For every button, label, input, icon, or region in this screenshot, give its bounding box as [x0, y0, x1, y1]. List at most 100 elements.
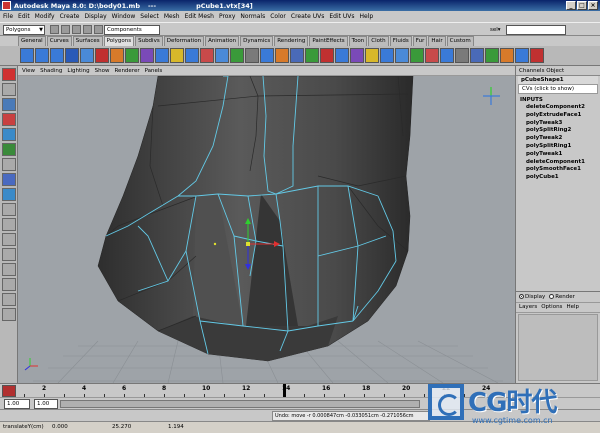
component-mode-icon[interactable] — [94, 25, 103, 34]
panel-menu-show[interactable]: Show — [95, 66, 110, 75]
layer-menu-options[interactable]: Options — [541, 303, 562, 312]
shelf-plane-icon[interactable] — [80, 48, 94, 63]
layout-extra-icon[interactable] — [2, 308, 16, 321]
shape-node-label[interactable]: pCubeShape1 — [518, 76, 598, 84]
layout-hypershade-icon[interactable] — [2, 278, 16, 291]
soft-mod-icon[interactable] — [2, 173, 16, 186]
shelf-tab-cloth[interactable]: Cloth — [368, 36, 389, 46]
scale-tool-icon[interactable] — [2, 143, 16, 156]
new-scene-icon[interactable] — [50, 25, 59, 34]
shelf-cylinder-icon[interactable] — [50, 48, 64, 63]
panel-menu-panels[interactable]: Panels — [145, 66, 163, 75]
shelf-tab-rendering[interactable]: Rendering — [274, 36, 309, 46]
input-node-item[interactable]: deleteComponent2 — [516, 104, 600, 112]
maximize-icon[interactable]: □ — [577, 1, 587, 10]
shelf-fill-hole-icon[interactable] — [440, 48, 454, 63]
input-node-item[interactable]: polyTweak3 — [516, 120, 600, 128]
shelf-boolean-diff-icon[interactable] — [185, 48, 199, 63]
shelf-mirror-icon[interactable] — [215, 48, 229, 63]
quick-selection-input[interactable] — [506, 25, 566, 35]
shelf-tab-subdivs[interactable]: Subdivs — [135, 36, 163, 46]
minimize-icon[interactable]: _ — [566, 1, 576, 10]
menu-window[interactable]: Window — [112, 13, 136, 20]
shelf-tab-polygons[interactable]: Polygons — [103, 36, 135, 46]
layout-single-icon[interactable] — [2, 218, 16, 231]
layout-custom-icon[interactable] — [2, 293, 16, 306]
manipulator-icon[interactable] — [2, 158, 16, 171]
menu-color[interactable]: Color — [270, 13, 286, 20]
shelf-tab-surfaces[interactable]: Surfaces — [72, 36, 103, 46]
shelf-tab-fluids[interactable]: Fluids — [389, 36, 412, 46]
menu-create-uvs[interactable]: Create UVs — [291, 13, 324, 20]
shelf-boolean-intersect-icon[interactable] — [200, 48, 214, 63]
shelf-insert-loop-icon[interactable] — [290, 48, 304, 63]
menu-file[interactable]: File — [3, 13, 13, 20]
shelf-cone-icon[interactable] — [65, 48, 79, 63]
input-node-item[interactable]: polySplitRing1 — [516, 143, 600, 151]
shelf-boolean-union-icon[interactable] — [170, 48, 184, 63]
shelf-harden-icon[interactable] — [395, 48, 409, 63]
input-node-item[interactable]: polySmoothFace1 — [516, 166, 600, 174]
shelf-delete-edge-icon[interactable] — [365, 48, 379, 63]
anim-prefs-icon[interactable] — [2, 385, 16, 397]
layer-menu-help[interactable]: Help — [566, 303, 579, 312]
shelf-append-icon[interactable] — [260, 48, 274, 63]
input-node-item[interactable]: deleteComponent1 — [516, 159, 600, 167]
shelf-combine-icon[interactable] — [110, 48, 124, 63]
shelf-tab-hair[interactable]: Hair — [428, 36, 446, 46]
range-bar[interactable] — [60, 400, 420, 408]
shelf-soften-icon[interactable] — [380, 48, 394, 63]
layer-list[interactable] — [518, 314, 598, 381]
lasso-tool-icon[interactable] — [2, 83, 16, 96]
open-scene-icon[interactable] — [61, 25, 70, 34]
shelf-quadrangulate-icon[interactable] — [470, 48, 484, 63]
input-node-item[interactable]: polyCube1 — [516, 174, 600, 182]
menu-normals[interactable]: Normals — [240, 13, 265, 20]
menu-edit[interactable]: Edit — [18, 13, 30, 20]
save-scene-icon[interactable] — [72, 25, 81, 34]
layout-persp-outliner-icon[interactable] — [2, 263, 16, 276]
panel-menu-renderer[interactable]: Renderer — [114, 66, 139, 75]
rotate-tool-icon[interactable] — [2, 128, 16, 141]
input-node-item[interactable]: polyExtrudeFace1 — [516, 112, 600, 120]
shelf-tab-animation[interactable]: Animation — [205, 36, 240, 46]
shelf-offset-loop-icon[interactable] — [305, 48, 319, 63]
menu-modify[interactable]: Modify — [35, 13, 55, 20]
shelf-tab-deformation[interactable]: Deformation — [163, 36, 205, 46]
shelf-tab-general[interactable]: General — [18, 36, 46, 46]
select-mode-icon[interactable] — [83, 25, 92, 34]
shelf-reduce-icon[interactable] — [500, 48, 514, 63]
shelf-triangulate-icon[interactable] — [455, 48, 469, 63]
select-tool-icon[interactable] — [2, 68, 16, 81]
input-node-item[interactable]: polySplitRing2 — [516, 127, 600, 135]
scene-canvas[interactable] — [18, 76, 515, 383]
panel-menu-view[interactable]: View — [22, 66, 35, 75]
shelf-cleanup-icon[interactable] — [485, 48, 499, 63]
shelf-separate-icon[interactable] — [125, 48, 139, 63]
shelf-smooth-icon[interactable] — [155, 48, 169, 63]
start-time-field[interactable]: 1.00 — [4, 399, 30, 409]
shelf-tab-painteffects[interactable]: PaintEffects — [309, 36, 348, 46]
shelf-split-icon[interactable] — [275, 48, 289, 63]
layout-persp-graph-icon[interactable] — [2, 248, 16, 261]
last-tool-icon[interactable] — [2, 203, 16, 216]
panel-menu-lighting[interactable]: Lighting — [67, 66, 89, 75]
menu-proxy[interactable]: Proxy — [219, 13, 235, 20]
shelf-bridge-icon[interactable] — [245, 48, 259, 63]
channel-box-menu[interactable]: Channels Object — [516, 66, 600, 76]
panel-menu-shading[interactable]: Shading — [40, 66, 62, 75]
close-icon[interactable]: × — [588, 1, 598, 10]
cvs-toggle[interactable]: CVs (click to show) — [518, 84, 598, 94]
display-radio[interactable]: Display — [519, 292, 545, 302]
move-tool-icon[interactable] — [2, 113, 16, 126]
menu-select[interactable]: Select — [140, 13, 159, 20]
menu-set-select[interactable]: Polygons ▼ — [3, 25, 45, 35]
current-time-marker[interactable] — [283, 384, 286, 398]
menu-edit-uvs[interactable]: Edit UVs — [329, 13, 354, 20]
input-node-item[interactable]: polyTweak1 — [516, 151, 600, 159]
layout-four-icon[interactable] — [2, 233, 16, 246]
shelf-extract-icon[interactable] — [140, 48, 154, 63]
shelf-cube-icon[interactable] — [35, 48, 49, 63]
menu-create[interactable]: Create — [60, 13, 80, 20]
shelf-extrude-icon[interactable] — [230, 48, 244, 63]
